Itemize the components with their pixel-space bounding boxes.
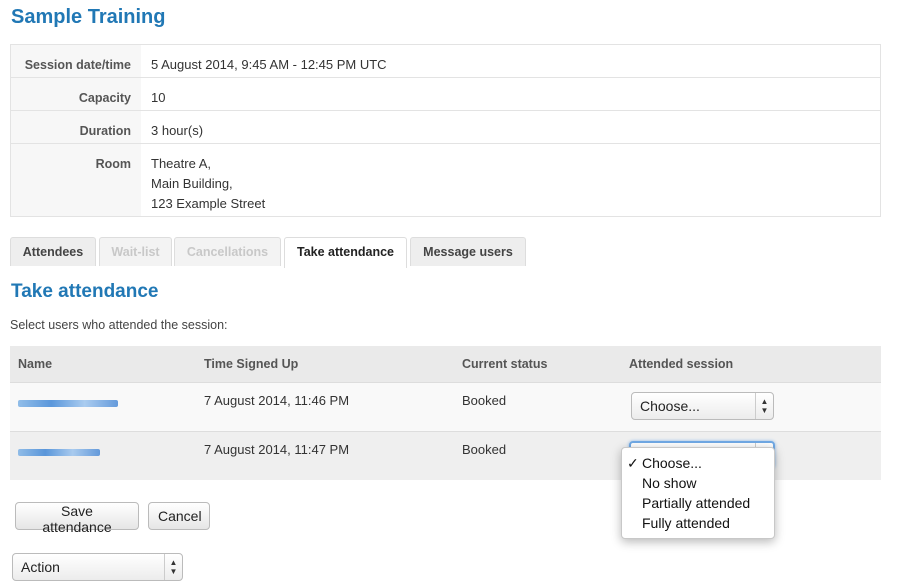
detail-value: 3 hour(s) [141, 110, 881, 144]
tab-attendees[interactable]: Attendees [10, 237, 96, 266]
detail-row-duration: Duration 3 hour(s) [10, 110, 881, 144]
column-header-name[interactable]: Name [10, 346, 196, 383]
room-line-3: 123 Example Street [151, 196, 266, 211]
detail-label: Session date/time [10, 44, 141, 78]
detail-row-capacity: Capacity 10 [10, 77, 881, 111]
option-label: Choose... [642, 455, 702, 471]
page-title: Sample Training [11, 6, 166, 28]
dropdown-option-no-show[interactable]: No show [622, 473, 774, 493]
option-label: Fully attended [642, 515, 730, 531]
detail-value: 5 August 2014, 9:45 AM - 12:45 PM UTC [151, 57, 387, 72]
option-label: Partially attended [642, 495, 751, 511]
time-cell: 7 August 2014, 11:46 PM [196, 382, 454, 432]
attended-cell: Choose... ▲ ▼ [621, 382, 881, 432]
dropdown-option-partially-attended[interactable]: Partially attended [622, 493, 774, 513]
name-cell [10, 382, 196, 432]
room-line-2: Main Building, [151, 176, 233, 191]
option-label: No show [642, 475, 697, 491]
detail-label: Capacity [10, 77, 141, 111]
detail-row-datetime: Session date/time 5 August 2014, 9:45 AM… [10, 44, 881, 78]
session-details-table: Session date/time 5 August 2014, 9:45 AM… [10, 44, 881, 217]
status-cell: Booked [454, 382, 621, 432]
name-cell [10, 431, 196, 480]
detail-row-room: Room Theatre A, Main Building, 123 Examp… [10, 143, 881, 217]
attended-select-value: Choose... [640, 398, 700, 414]
detail-label: Room [10, 143, 141, 217]
detail-value: Theatre A, Main Building, 123 Example St… [141, 143, 881, 217]
tab-message-users[interactable]: Message users [410, 237, 526, 266]
save-attendance-button[interactable]: Save attendance [15, 502, 139, 535]
dropdown-option-fully-attended[interactable]: Fully attended [622, 513, 774, 533]
attended-dropdown-menu: ✓ Choose... No show Partially attended F… [621, 447, 775, 539]
select-arrows-icon: ▲▼ [755, 393, 773, 419]
select-arrows-icon: ▲▼ [164, 554, 182, 580]
instructions: Select users who attended the session: [10, 318, 228, 332]
column-header-time[interactable]: Time Signed Up [196, 346, 454, 383]
tab-take-attendance[interactable]: Take attendance [284, 237, 407, 268]
action-select-value: Action [21, 559, 60, 575]
attended-select[interactable]: Choose... ▲ ▼ [631, 392, 774, 420]
cancel-button[interactable]: Cancel [148, 502, 210, 530]
tab-wait-list: Wait-list [99, 237, 172, 266]
column-header-attended: Attended session [621, 346, 881, 383]
room-line-1: Theatre A, [151, 156, 211, 171]
tab-cancellations: Cancellations [174, 237, 281, 266]
status-cell: Booked [454, 431, 621, 480]
user-name-link[interactable] [18, 449, 100, 456]
table-row: 7 August 2014, 11:46 PM Booked Choose...… [10, 382, 881, 432]
detail-label: Duration [10, 110, 141, 144]
dropdown-option-choose[interactable]: ✓ Choose... [622, 453, 774, 473]
checkmark-icon: ✓ [627, 455, 639, 471]
time-cell: 7 August 2014, 11:47 PM [196, 431, 454, 480]
section-title: Take attendance [11, 281, 159, 302]
column-header-status[interactable]: Current status [454, 346, 621, 383]
user-name-link[interactable] [18, 400, 118, 407]
detail-value: 10 [141, 77, 881, 111]
table-header: Name Time Signed Up Current status Atten… [10, 346, 881, 383]
action-select[interactable]: Action ▲ ▼ [12, 553, 183, 581]
